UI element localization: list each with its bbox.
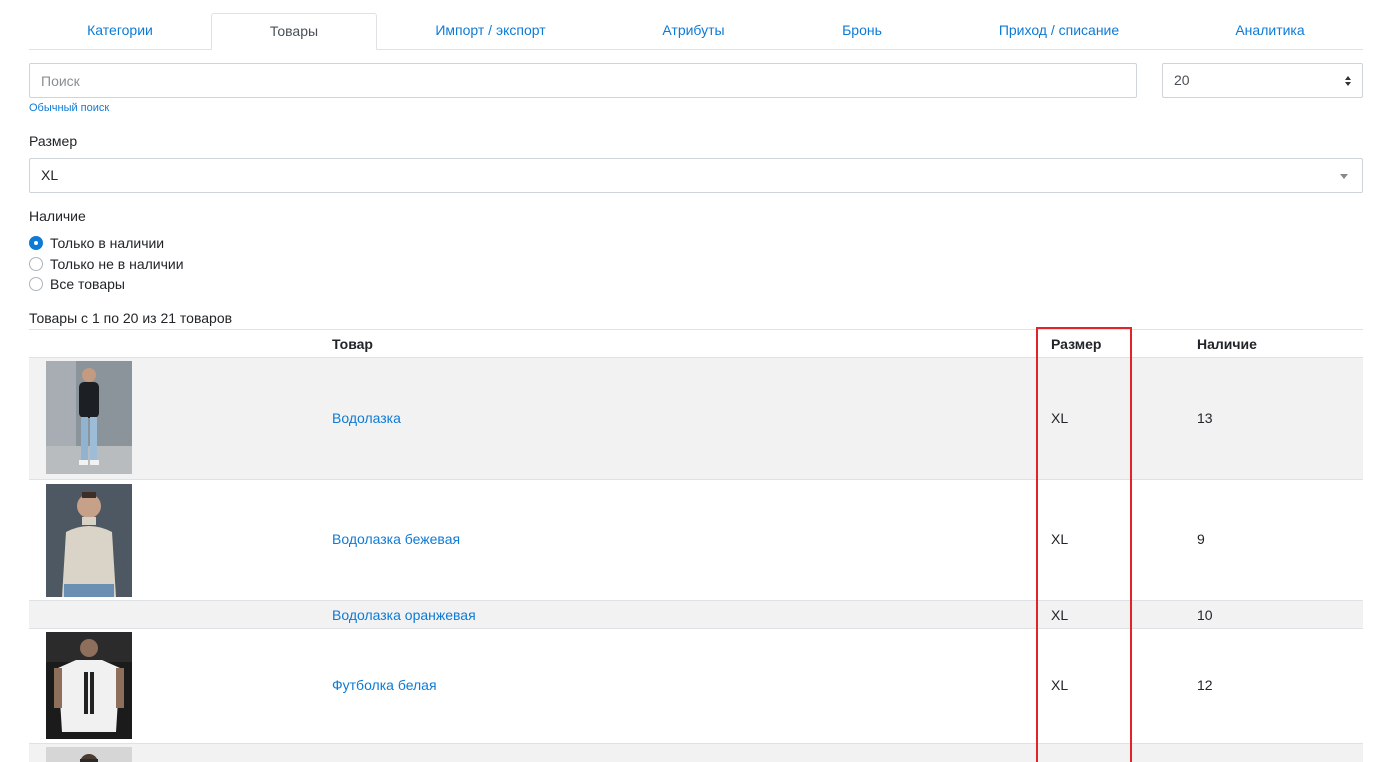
radio-label: Только не в наличии <box>50 256 184 272</box>
table-row <box>29 744 1363 762</box>
size-select-value: XL <box>41 167 59 183</box>
size-filter-label: Размер <box>29 133 78 149</box>
header-product[interactable]: Товар <box>332 336 373 352</box>
sort-arrows-icon <box>1345 76 1351 86</box>
product-size: XL <box>1051 607 1069 623</box>
product-stock: 13 <box>1197 410 1213 426</box>
per-page-select[interactable]: 20 <box>1162 63 1363 98</box>
size-select[interactable]: XL <box>29 158 1363 193</box>
radio-checked-icon[interactable] <box>29 236 43 250</box>
per-page-value: 20 <box>1174 72 1190 88</box>
product-stock: 12 <box>1197 677 1213 693</box>
partial-product-photo <box>46 747 132 762</box>
radio-label: Только в наличии <box>50 235 165 251</box>
product-name-link[interactable]: Водолазка бежевая <box>332 531 460 547</box>
tab-import-export[interactable]: Импорт / экспорт <box>377 13 604 50</box>
table-header: Товар Размер Наличие <box>29 329 1363 358</box>
product-thumbnail[interactable] <box>46 747 132 762</box>
product-stock: 10 <box>1197 607 1213 623</box>
product-name-link[interactable]: Водолазка <box>332 410 401 426</box>
product-name-link[interactable]: Водолазка оранжевая <box>332 607 476 623</box>
radio-out-of-stock[interactable]: Только не в наличии <box>29 255 184 273</box>
radio-all-products[interactable]: Все товары <box>29 275 125 293</box>
product-stock: 9 <box>1197 531 1205 547</box>
tab-categories[interactable]: Категории <box>29 13 211 50</box>
tab-analytics[interactable]: Аналитика <box>1177 13 1363 50</box>
product-thumbnail[interactable] <box>46 361 132 474</box>
tab-reservation[interactable]: Бронь <box>783 13 941 50</box>
results-summary: Товары с 1 по 20 из 21 товаров <box>29 310 233 326</box>
black-turtleneck-photo <box>46 361 132 474</box>
product-size: XL <box>1051 677 1069 693</box>
product-thumbnail[interactable] <box>46 484 132 597</box>
radio-unchecked-icon[interactable] <box>29 257 43 271</box>
table-row: Водолазка XL 13 <box>29 358 1363 480</box>
header-size[interactable]: Размер <box>1051 336 1101 352</box>
product-name-link[interactable]: Футболка белая <box>332 677 437 693</box>
beige-turtleneck-photo <box>46 484 132 597</box>
radio-label: Все товары <box>50 276 125 292</box>
radio-in-stock[interactable]: Только в наличии <box>29 234 164 252</box>
table-row: Водолазка бежевая XL 9 <box>29 480 1363 601</box>
product-thumbnail[interactable] <box>46 632 132 739</box>
table-row: Водолазка оранжевая XL 10 <box>29 601 1363 629</box>
tab-attributes[interactable]: Атрибуты <box>604 13 783 50</box>
tab-bar: Категории Товары Импорт / экспорт Атрибу… <box>29 13 1363 50</box>
simple-search-link[interactable]: Обычный поиск <box>29 102 109 114</box>
tab-income-writeoff[interactable]: Приход / списание <box>941 13 1177 50</box>
availability-label: Наличие <box>29 208 86 224</box>
caret-down-icon <box>1340 174 1348 179</box>
product-size: XL <box>1051 410 1069 426</box>
products-table: Товар Размер Наличие Водолазка XL 13 Вод… <box>29 329 1363 762</box>
search-input[interactable] <box>29 63 1137 98</box>
header-stock[interactable]: Наличие <box>1197 336 1257 352</box>
table-row: Футболка белая XL 12 <box>29 629 1363 744</box>
radio-unchecked-icon[interactable] <box>29 277 43 291</box>
tab-products[interactable]: Товары <box>211 13 377 50</box>
product-size: XL <box>1051 531 1069 547</box>
white-tshirt-photo <box>46 632 132 739</box>
